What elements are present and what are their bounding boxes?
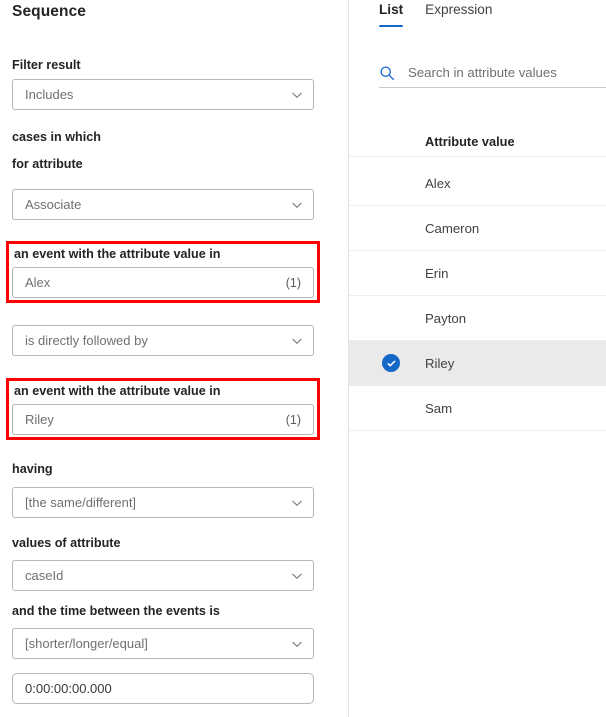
check-icon [382,354,400,372]
duration-value: 0:00:00:00.000 [25,681,112,696]
list-item-label: Alex [425,175,451,191]
attribute-value-column-label: Attribute value [425,133,515,149]
sequence-filter-dialog: Sequence Filter result Includes cases in… [0,0,606,717]
list-item-label: Payton [425,310,467,326]
tab-expression[interactable]: Expression [425,0,492,27]
for-attribute-value: Associate [25,197,82,212]
first-event-value-count: (1) [285,275,301,290]
page-title: Sequence [12,3,87,20]
having-label-wrap: having [12,461,53,477]
values-of-attribute-value: caseId [25,568,64,583]
list-item-label: Cameron [425,220,480,236]
filter-result-label-wrap: Filter result [12,57,81,73]
list-item-label: Sam [425,400,453,416]
chevron-down-icon [291,89,303,101]
relation-value: is directly followed by [25,333,148,348]
second-event-value-group: an event with the attribute value in Ril… [12,383,314,435]
list-item[interactable]: Alex [349,161,606,206]
first-event-value-input[interactable]: Alex (1) [12,267,314,298]
time-comparator-value: [shorter/longer/equal] [25,636,148,651]
having-select[interactable]: [the same/different] [12,487,314,518]
values-of-attribute-label: values of attribute [12,536,121,550]
filter-result-label: Filter result [12,58,81,72]
search-bar[interactable] [379,58,606,88]
chevron-down-icon [291,570,303,582]
for-attribute-label-wrap: for attribute [12,156,83,172]
second-event-label: an event with the attribute value in [14,384,221,398]
list-item[interactable]: Erin [349,251,606,296]
search-input[interactable] [408,65,606,80]
values-of-attribute-label-wrap: values of attribute [12,535,120,551]
first-event-value: Alex [25,275,51,290]
list-item-label: Riley [425,355,455,371]
tab-list[interactable]: List [379,0,404,27]
filter-result-value: Includes [25,87,74,102]
second-event-value: Riley [25,412,54,427]
second-event-value-input[interactable]: Riley (1) [12,404,314,435]
time-comparator-select[interactable]: [shorter/longer/equal] [12,628,314,659]
chevron-down-icon [291,638,303,650]
cases-in-which-text: cases in which [12,130,101,144]
search-icon [379,65,395,81]
first-event-label: an event with the attribute value in [14,247,221,261]
chevron-down-icon [291,497,303,509]
time-between-label-wrap: and the time between the events is [12,603,220,619]
list-item[interactable]: Sam [349,386,606,431]
filter-result-select[interactable]: Includes [12,79,314,110]
chevron-down-icon [291,335,303,347]
list-item-label: Erin [425,265,449,281]
for-attribute-select[interactable]: Associate [12,189,314,220]
first-event-value-group: an event with the attribute value in Ale… [12,246,314,298]
list-item-selected[interactable]: Riley [349,341,606,386]
list-item[interactable]: Cameron [349,206,606,251]
list-column-header: Attribute value [349,126,606,157]
for-attribute-label: for attribute [12,157,83,171]
having-label: having [12,462,53,476]
checkbox-slot[interactable] [349,354,425,372]
sequence-panel: Sequence Filter result Includes cases in… [0,0,348,717]
attribute-values-panel: List Expression Attribute value [349,0,606,717]
attribute-value-list: Alex Cameron Erin Payton Riley Sam [349,161,606,431]
tab-bar: List Expression [349,0,606,34]
having-value: [the same/different] [25,495,137,510]
values-of-attribute-select[interactable]: caseId [12,560,314,591]
time-between-label: and the time between the events is [12,604,220,618]
chevron-down-icon [291,199,303,211]
duration-input[interactable]: 0:00:00:00.000 [12,673,314,704]
list-item[interactable]: Payton [349,296,606,341]
relation-select[interactable]: is directly followed by [12,325,314,356]
second-event-value-count: (1) [285,412,301,427]
